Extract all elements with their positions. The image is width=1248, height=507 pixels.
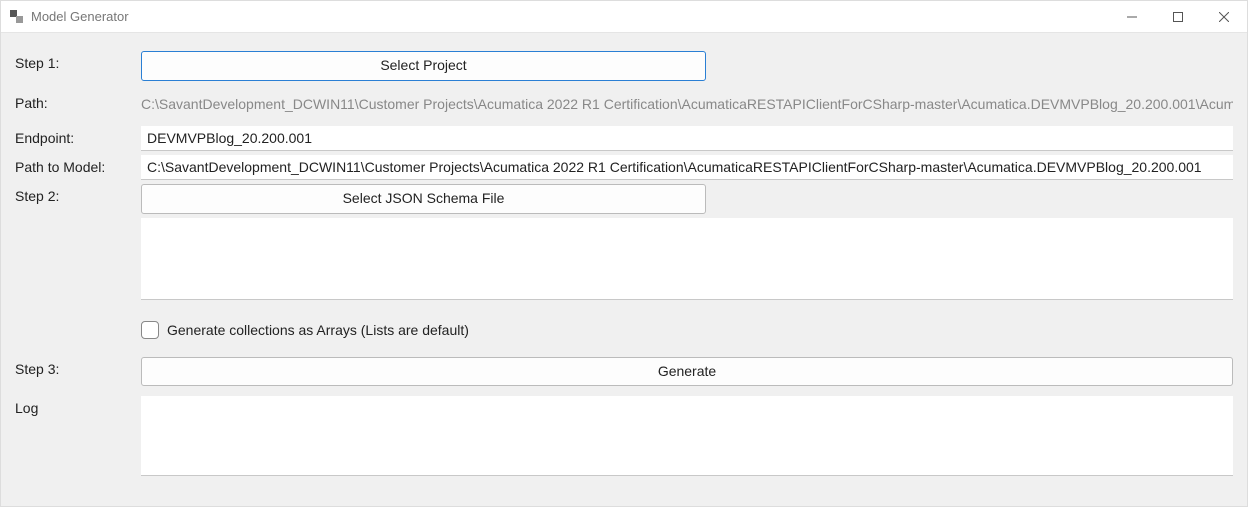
step2-field-col: Select JSON Schema File [141,184,1233,303]
app-icon [9,9,25,25]
close-icon [1219,12,1229,22]
path-field-col: C:\SavantDevelopment_DCWIN11\Customer Pr… [141,91,1233,117]
app-window: Model Generator Step 1: Select Project P… [0,0,1248,507]
path-value: C:\SavantDevelopment_DCWIN11\Customer Pr… [141,91,1233,117]
step1-row: Step 1: Select Project [15,51,1233,81]
select-project-button[interactable]: Select Project [141,51,706,81]
maximize-icon [1173,12,1183,22]
arrays-checkbox-wrap[interactable]: Generate collections as Arrays (Lists ar… [141,319,1233,341]
path-to-model-label: Path to Model: [15,155,141,175]
path-to-model-row: Path to Model: [15,155,1233,180]
path-to-model-field-col [141,155,1233,180]
checkbox-spacer [15,313,141,317]
generate-button[interactable]: Generate [141,357,1233,387]
step3-field-col: Generate [141,357,1233,387]
endpoint-label: Endpoint: [15,126,141,146]
path-row: Path: C:\SavantDevelopment_DCWIN11\Custo… [15,91,1233,117]
minimize-icon [1127,12,1137,22]
select-json-button[interactable]: Select JSON Schema File [141,184,706,214]
log-label: Log [15,396,141,416]
path-to-model-input[interactable] [141,155,1233,180]
endpoint-row: Endpoint: [15,126,1233,151]
checkbox-row: Generate collections as Arrays (Lists ar… [15,313,1233,347]
step2-label: Step 2: [15,184,141,204]
step1-label: Step 1: [15,51,141,71]
checkbox-field-col: Generate collections as Arrays (Lists ar… [141,313,1233,347]
window-controls [1109,1,1247,32]
step3-label: Step 3: [15,357,141,377]
step1-field: Select Project [141,51,1233,81]
step3-row: Step 3: Generate [15,357,1233,387]
log-field-col [141,396,1233,479]
window-title: Model Generator [31,9,1109,24]
maximize-button[interactable] [1155,1,1201,32]
minimize-button[interactable] [1109,1,1155,32]
path-label: Path: [15,91,141,111]
form-body: Step 1: Select Project Path: C:\SavantDe… [1,33,1247,506]
endpoint-field-col [141,126,1233,151]
titlebar: Model Generator [1,1,1247,33]
close-button[interactable] [1201,1,1247,32]
json-file-textarea[interactable] [141,218,1233,300]
log-textarea[interactable] [141,396,1233,476]
step2-row: Step 2: Select JSON Schema File [15,184,1233,303]
arrays-checkbox-label: Generate collections as Arrays (Lists ar… [167,322,469,338]
arrays-checkbox[interactable] [141,321,159,339]
endpoint-input[interactable] [141,126,1233,151]
log-row: Log [15,396,1233,479]
